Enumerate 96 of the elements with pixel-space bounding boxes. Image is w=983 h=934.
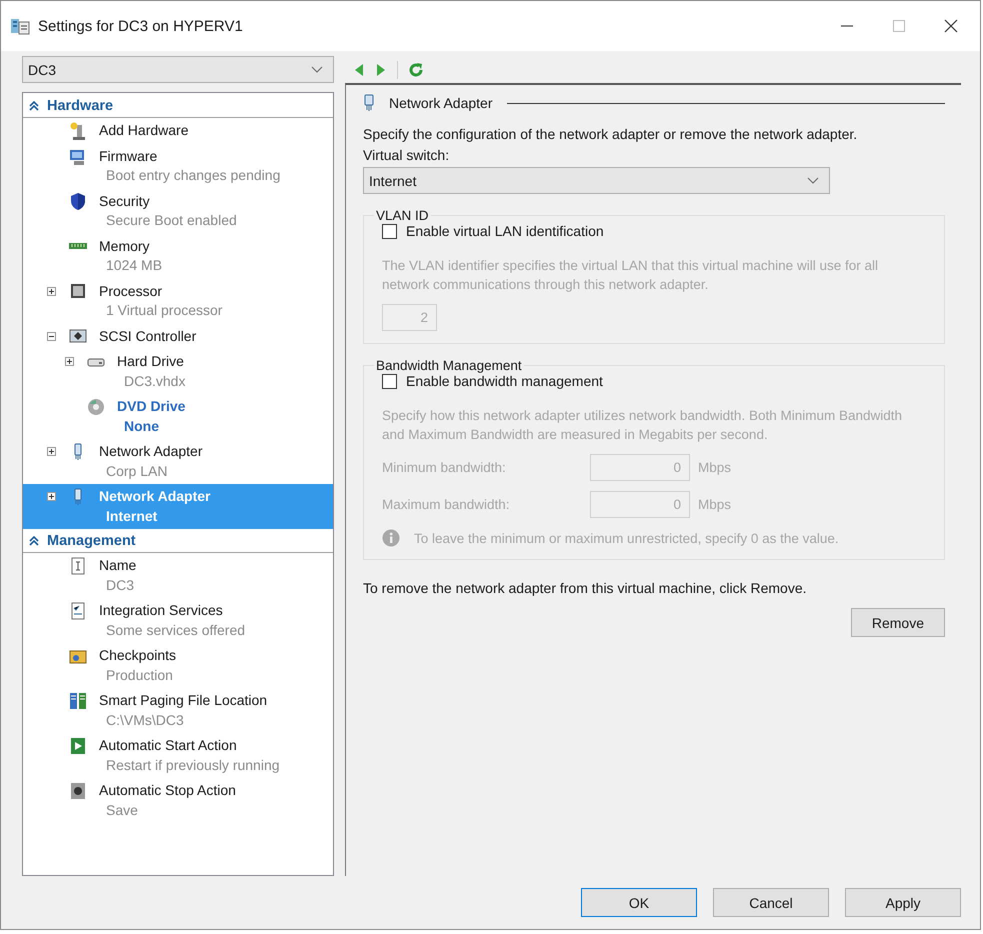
item-detail: Boot entry changes pending: [105, 166, 280, 185]
collapse-icon[interactable]: [47, 332, 56, 340]
section-header[interactable]: Hardware: [23, 94, 333, 118]
info-text: To leave the minimum or maximum unrestricted, specify 0 as the value.: [414, 530, 839, 546]
dialog-button[interactable]: OK: [581, 888, 697, 917]
settings-window-icon: [10, 16, 30, 36]
item-detail: Production: [105, 666, 173, 684]
expand-icon[interactable]: [47, 447, 56, 456]
number-field: 0: [590, 491, 690, 518]
monitor-icon: [69, 147, 87, 165]
shield-icon: [69, 192, 87, 210]
item-label: SCSI Controller: [99, 326, 196, 346]
tree-item[interactable]: Processor 1 Virtual processor: [23, 278, 333, 324]
play-icon: [69, 736, 87, 754]
number-field: 0: [590, 454, 690, 481]
tree-item[interactable]: Checkpoints Production: [23, 643, 333, 688]
virtual-switch-dropdown[interactable]: Internet: [363, 167, 830, 194]
dialog-button[interactable]: Cancel: [713, 888, 829, 917]
item-detail: None: [123, 416, 159, 436]
item-detail: Save: [105, 800, 138, 820]
network-adapter-icon: [363, 94, 375, 112]
tree-item[interactable]: Integration Services Some services offered: [23, 598, 333, 643]
section-title: Management: [47, 532, 136, 548]
description-text: Specify the configuration of the network adapter or remove the network adapter.: [363, 126, 858, 142]
disc-icon: [87, 398, 105, 416]
field-label: Maximum bandwidth:: [382, 497, 511, 512]
unit-label: Mbps: [698, 460, 732, 475]
group-title: Bandwidth Management: [375, 358, 523, 373]
tree-item[interactable]: SCSI Controller: [23, 324, 333, 349]
tree-item[interactable]: Name DC3: [23, 553, 333, 598]
item-detail: Internet: [105, 506, 158, 526]
close-icon[interactable]: [944, 19, 958, 33]
forward-arrow-icon[interactable]: [375, 62, 387, 76]
tree-item[interactable]: Smart Paging File Location C:\VMs\DC3: [23, 688, 333, 733]
item-detail: Some services offered: [105, 620, 246, 640]
item-label: Smart Paging File Location: [99, 691, 268, 710]
item-detail: DC3.vhdx: [123, 372, 186, 390]
section-header[interactable]: Management: [23, 529, 333, 553]
item-label: Network Adapter: [99, 487, 211, 506]
item-detail: DC3: [105, 576, 134, 594]
expand-icon[interactable]: [65, 357, 74, 366]
item-label: Checkpoints: [99, 646, 176, 665]
item-detail: Corp LAN: [105, 462, 168, 481]
item-detail: 1024 MB: [105, 256, 162, 275]
chevron-down-icon: [311, 66, 323, 74]
checkbox-label: Enable virtual LAN identification: [406, 223, 604, 239]
tree-item[interactable]: DVD Drive None: [23, 394, 333, 439]
expand-icon[interactable]: [47, 286, 56, 296]
item-detail: C:\VMs\DC3: [105, 710, 184, 730]
note-text: The VLAN identifier specifies the virtual LAN that this virtual machine will use for all network communications through this network adapter.: [382, 257, 879, 294]
info-icon: [382, 529, 400, 547]
item-label: Integration Services: [99, 601, 223, 620]
item-label: DVD Drive: [117, 397, 186, 416]
window-title: Settings for DC3 on HYPERV1: [38, 18, 244, 34]
unit-label: Mbps: [698, 497, 732, 512]
checkbox-label: Enable bandwidth management: [406, 373, 603, 389]
item-label: Hard Drive: [117, 352, 184, 371]
chevron-down-icon: [807, 176, 819, 184]
back-arrow-icon[interactable]: [353, 62, 365, 76]
field-label: Virtual switch:: [363, 147, 450, 163]
tree-item[interactable]: Network Adapter Corp LAN: [23, 439, 333, 484]
field-label: Minimum bandwidth:: [382, 460, 507, 475]
note-text: Specify how this network adapter utilizes network bandwidth. Both Minimum Bandwidth and Maximum Bandwidth are measured in Megabits per second.: [382, 407, 904, 444]
item-label: Processor: [99, 282, 162, 300]
tree-item[interactable]: Firmware Boot entry changes pending: [23, 144, 333, 188]
item-label: Memory: [99, 236, 150, 256]
item-detail: Secure Boot enabled: [105, 211, 237, 230]
group-title: VLAN ID: [375, 208, 430, 223]
item-detail: 1 Virtual processor: [105, 301, 222, 320]
document-icon: [69, 556, 87, 574]
tree-item[interactable]: Security Secure Boot enabled: [23, 188, 333, 234]
expand-icon[interactable]: [47, 492, 56, 501]
dialog-button[interactable]: Apply: [845, 888, 961, 917]
collapse-chevron-icon[interactable]: [29, 536, 39, 546]
item-label: Firmware: [99, 146, 158, 166]
item-label: Automatic Start Action: [99, 736, 237, 755]
remove-hint: To remove the network adapter from this virtual machine, click Remove.: [363, 580, 807, 596]
tree-item[interactable]: Add Hardware: [23, 118, 333, 144]
item-label: Name: [99, 556, 136, 575]
item-label: Add Hardware: [99, 121, 188, 140]
item-detail: Restart if previously running: [105, 756, 280, 775]
refresh-icon[interactable]: [408, 62, 424, 78]
number-field: 2: [382, 304, 437, 331]
tree-item[interactable]: Hard Drive DC3.vhdx: [23, 349, 333, 394]
collapse-chevron-icon[interactable]: [29, 100, 39, 110]
tree-item[interactable]: Automatic Start Action Restart if previously running: [23, 733, 333, 778]
remove-button[interactable]: Remove: [850, 608, 945, 637]
vm-selector[interactable]: DC3: [22, 56, 334, 83]
checklist-icon: [69, 602, 87, 620]
section-title: Hardware: [47, 98, 114, 114]
tree-item[interactable]: Memory 1024 MB: [23, 234, 333, 278]
item-label: Security: [99, 192, 150, 211]
tree-item[interactable]: Automatic Stop Action Save: [23, 778, 333, 823]
item-label: Network Adapter: [99, 442, 202, 461]
section-heading: Network Adapter: [389, 95, 492, 111]
item-label: Automatic Stop Action: [99, 781, 236, 800]
